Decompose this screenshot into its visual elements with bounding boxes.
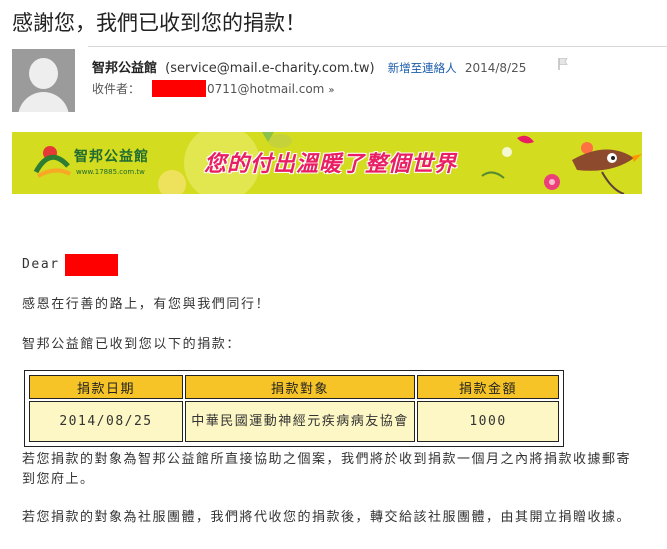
email-subject: 感謝您，我們已收到您的捐款！ bbox=[12, 11, 306, 35]
recipient-label: 收件者： bbox=[92, 82, 141, 96]
redaction-block bbox=[152, 80, 207, 97]
forward-note-paragraph: 若您捐款的對象為社服團體，我們將代收您的捐款後，轉交給該社服團體，由其開立捐贈收… bbox=[22, 510, 632, 525]
cell-amount: 1000 bbox=[417, 401, 559, 442]
logo-icon bbox=[33, 146, 71, 178]
avatar-body bbox=[18, 92, 69, 112]
chevron-down-icon[interactable]: » bbox=[328, 85, 334, 96]
table-row: 2014/08/25 中華民國運動神經元疾病病友協會 1000 bbox=[29, 401, 559, 442]
donation-table: 捐款日期 捐款對象 捐款金額 2014/08/25 中華民國運動神經元疾病病友協… bbox=[24, 370, 564, 447]
greeting: Dear bbox=[22, 257, 60, 272]
banner-url: www.17885.com.tw bbox=[76, 168, 145, 176]
banner-slogan: 您的付出溫暖了整個世界 bbox=[204, 152, 458, 177]
received-line: 智邦公益館已收到您以下的捐款： bbox=[22, 337, 242, 352]
recipient-line: 收件者： 0711@hotmail.com» bbox=[92, 80, 335, 97]
header-divider bbox=[88, 46, 667, 47]
header-date: 捐款日期 bbox=[29, 375, 183, 399]
banner-logo-text: 智邦公益館 bbox=[74, 149, 149, 165]
cell-date: 2014/08/25 bbox=[29, 401, 183, 442]
flag-icon[interactable] bbox=[557, 57, 569, 71]
header-recipient: 捐款對象 bbox=[185, 375, 415, 399]
sender-email: (service@mail.e-charity.com.tw) bbox=[165, 61, 375, 76]
header-amount: 捐款金額 bbox=[417, 375, 559, 399]
cell-recipient: 中華民國運動神經元疾病病友協會 bbox=[185, 401, 415, 442]
recipient-email: 0711@hotmail.com bbox=[207, 82, 325, 96]
thanks-line: 感恩在行善的路上，有您與我們同行！ bbox=[22, 297, 271, 312]
avatar-head bbox=[29, 58, 58, 89]
charity-banner: 智邦公益館 www.17885.com.tw 您的付出溫暖了整個世界 bbox=[12, 132, 642, 194]
sender-line: 智邦公益館 (service@mail.e-charity.com.tw) 新增… bbox=[92, 57, 526, 76]
receipt-note-paragraph: 若您捐款的對象為智邦公益館所直接協助之個案，我們將於收到捐款一個月之內將捐款收據… bbox=[22, 452, 632, 487]
sender-name[interactable]: 智邦公益館 bbox=[92, 61, 157, 76]
sender-avatar[interactable] bbox=[12, 49, 75, 112]
table-header-row: 捐款日期 捐款對象 捐款金額 bbox=[29, 375, 559, 399]
redaction-block bbox=[65, 254, 118, 276]
add-contact-link[interactable]: 新增至連絡人 bbox=[388, 61, 457, 75]
email-date: 2014/8/25 bbox=[464, 61, 527, 75]
